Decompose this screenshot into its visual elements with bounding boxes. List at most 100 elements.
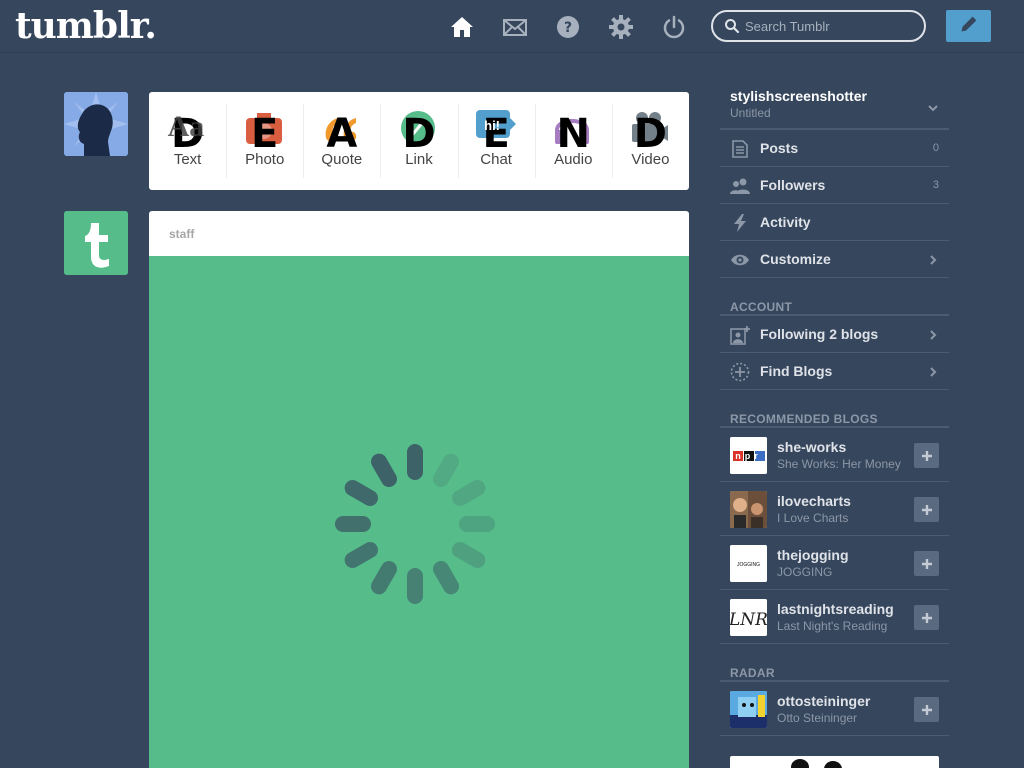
top-header: tumblr. ? <box>0 0 1024 53</box>
svg-text:JOGGING: JOGGING <box>737 562 760 568</box>
sidebar-item-customize[interactable]: Customize <box>720 241 949 278</box>
sidebar-item-label: Find Blogs <box>760 363 833 379</box>
blog-selector[interactable]: stylishscreenshotter Untitled <box>720 84 949 130</box>
quote-icon: A <box>325 111 358 157</box>
blog-name: she-works <box>777 439 847 455</box>
recommended-blog-item[interactable]: LNR lastnightsreading Last Night's Readi… <box>720 590 949 644</box>
blog-name: ilovecharts <box>777 493 851 509</box>
follow-button[interactable] <box>914 443 939 468</box>
radar-section-title: RADAR <box>720 644 949 682</box>
plus-icon <box>921 504 932 515</box>
blog-description: I Love Charts <box>777 511 849 525</box>
blog-description: JOGGING <box>777 565 833 579</box>
blog-thumb: JOGGING <box>730 545 767 582</box>
power-icon[interactable] <box>661 14 687 40</box>
pencil-icon <box>958 13 980 40</box>
blog-thumb <box>730 491 767 528</box>
sidebar-item-label: Posts <box>760 140 799 156</box>
posts-count: 0 <box>932 142 939 154</box>
spinner-segment <box>452 480 486 506</box>
camera-icon: E <box>245 110 285 154</box>
plus-icon <box>921 612 932 623</box>
video-camera-icon: D <box>632 111 669 157</box>
recommended-blog-item[interactable]: ilovecharts I Love Charts <box>720 482 949 536</box>
follow-button[interactable] <box>914 605 939 630</box>
staff-post: staff <box>149 211 689 768</box>
svg-text:LNR: LNR <box>730 610 767 630</box>
recommended-section-title: RECOMMENDED BLOGS <box>720 390 949 428</box>
headphones-icon: N <box>555 111 590 157</box>
text-post-icon: D Aa <box>167 110 205 157</box>
compose-button[interactable] <box>946 10 991 42</box>
blog-thumb <box>730 691 767 728</box>
radar-blog-item[interactable]: ottosteininger Otto Steininger <box>720 682 949 736</box>
search-box <box>711 10 926 42</box>
spinner-segment <box>371 561 397 595</box>
right-sidebar: stylishscreenshotter Untitled Posts 0 Fo… <box>720 84 949 736</box>
recommended-blog-item[interactable]: npr she-works She Works: Her Money <box>720 428 949 482</box>
sidebar-item-activity[interactable]: Activity <box>720 204 949 241</box>
follow-button[interactable] <box>914 697 939 722</box>
recommended-blog-item[interactable]: JOGGING thejogging JOGGING <box>720 536 949 590</box>
svg-text:?: ? <box>564 20 572 36</box>
post-audio-button[interactable]: N Audio <box>534 92 612 190</box>
chevron-right-icon <box>927 253 939 271</box>
sidebar-item-following[interactable]: Following 2 blogs <box>720 316 949 353</box>
eye-icon <box>730 251 750 269</box>
chevron-down-icon <box>927 101 939 119</box>
posts-icon <box>730 140 750 158</box>
blog-thumb: npr <box>730 437 767 474</box>
sidebar-item-label: Followers <box>760 177 826 193</box>
blog-name: ottosteininger <box>777 693 871 709</box>
post-text-button[interactable]: D Aa Text <box>149 92 226 190</box>
account-section-title: ACCOUNT <box>720 278 949 316</box>
chevron-right-icon <box>927 328 939 346</box>
blog-description: She Works: Her Money <box>777 457 901 471</box>
blog-title: Untitled <box>730 106 771 120</box>
sidebar-item-label: Customize <box>760 251 831 267</box>
post-type-box: D Aa Text E Photo A Quote D Link E hi! C… <box>149 92 689 190</box>
sidebar-item-label: Following 2 blogs <box>760 326 879 342</box>
sidebar-item-find-blogs[interactable]: Find Blogs <box>720 353 949 390</box>
home-icon[interactable] <box>449 14 475 40</box>
sidebar-item-followers[interactable]: Followers 3 <box>720 167 949 204</box>
sidebar-item-label: Activity <box>760 214 811 230</box>
spinner-segment <box>433 453 459 487</box>
blog-name: stylishscreenshotter <box>730 88 867 104</box>
blog-description: Last Night's Reading <box>777 619 888 633</box>
staff-avatar[interactable] <box>64 211 128 275</box>
lightning-icon <box>730 214 750 232</box>
plus-icon <box>921 450 932 461</box>
help-icon[interactable]: ? <box>555 14 581 40</box>
post-link-button[interactable]: D Link <box>380 92 457 190</box>
mail-icon[interactable] <box>502 14 528 40</box>
spinner-segment <box>344 480 378 506</box>
post-author[interactable]: staff <box>149 211 689 256</box>
sidebar-item-posts[interactable]: Posts 0 <box>720 130 949 167</box>
search-icon <box>724 18 740 34</box>
post-video-button[interactable]: D Video <box>611 92 689 190</box>
user-avatar[interactable] <box>64 92 128 156</box>
following-icon <box>730 326 750 345</box>
link-icon: D <box>400 111 436 157</box>
followers-count: 3 <box>932 179 939 191</box>
plus-icon <box>921 704 932 715</box>
blog-thumb: LNR <box>730 599 767 636</box>
follow-button[interactable] <box>914 497 939 522</box>
chat-icon: E hi! <box>476 110 517 154</box>
spinner-segment <box>344 542 378 568</box>
blog-name: lastnightsreading <box>777 601 894 617</box>
search-input[interactable] <box>745 17 915 35</box>
post-photo-button[interactable]: E Photo <box>226 92 303 190</box>
post-chat-button[interactable]: E hi! Chat <box>457 92 535 190</box>
gear-icon[interactable] <box>608 14 634 40</box>
spinner-segment <box>452 542 486 568</box>
spinner-segment <box>433 561 459 595</box>
follow-button[interactable] <box>914 551 939 576</box>
find-blogs-icon <box>730 362 750 382</box>
radar-post-preview[interactable] <box>730 756 939 768</box>
post-quote-button[interactable]: A Quote <box>303 92 380 190</box>
followers-icon <box>730 177 750 195</box>
chevron-right-icon <box>927 365 939 383</box>
tumblr-logo[interactable]: tumblr. <box>15 6 157 46</box>
